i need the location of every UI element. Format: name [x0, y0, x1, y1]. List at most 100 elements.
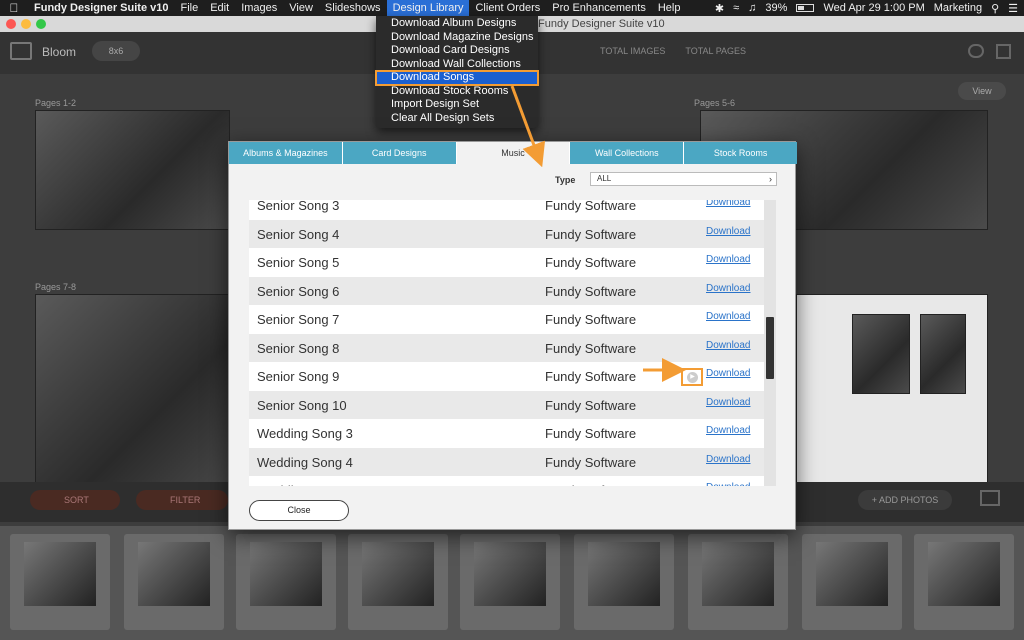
menu-file[interactable]: File [174, 0, 204, 16]
download-link[interactable]: Download [706, 254, 750, 265]
download-link[interactable]: Download [706, 340, 750, 351]
song-row[interactable]: Senior Song 10 Fundy Software Download [249, 390, 764, 419]
menu-item-download-wall-collections[interactable]: Download Wall Collections [376, 58, 538, 72]
scrollbar-thumb[interactable] [766, 317, 774, 379]
download-link[interactable]: Download [706, 482, 750, 486]
sort-button[interactable]: SORT [30, 490, 120, 510]
zoom-window-icon[interactable] [36, 19, 46, 29]
chat-icon[interactable] [968, 44, 984, 58]
apple-icon[interactable]:  [0, 1, 28, 15]
close-button[interactable]: Close [249, 500, 349, 521]
image-thumbnail[interactable] [574, 534, 674, 630]
download-link[interactable]: Download [706, 226, 750, 237]
song-name: Senior Song 10 [257, 397, 347, 413]
menu-edit[interactable]: Edit [204, 0, 235, 16]
image-bin-icon[interactable] [980, 490, 1000, 506]
image-thumbnail[interactable] [688, 534, 788, 630]
image-thumbnail[interactable] [914, 534, 1014, 630]
image-thumbnail[interactable] [348, 534, 448, 630]
bluetooth-icon[interactable]: ✱ [715, 2, 724, 15]
clock[interactable]: Wed Apr 29 1:00 PM [823, 2, 924, 14]
song-row[interactable]: Senior Song 6 Fundy Software Download [249, 276, 764, 305]
song-row[interactable]: Senior Song 8 Fundy Software Download [249, 333, 764, 362]
album-icon[interactable] [10, 42, 32, 60]
image-thumbnail[interactable] [10, 534, 110, 630]
battery-percent[interactable]: 39% [765, 2, 787, 14]
song-name: Wedding Song 4 [257, 454, 353, 470]
menu-slideshows[interactable]: Slideshows [319, 0, 387, 16]
song-row[interactable]: Wedding Song 3 Fundy Software Download [249, 419, 764, 448]
menu-images[interactable]: Images [235, 0, 283, 16]
battery-icon[interactable] [796, 4, 815, 12]
song-list[interactable]: Senior Song 3 Fundy Software Download Senio… [249, 200, 776, 486]
song-company: Fundy Software [545, 340, 637, 356]
song-row[interactable]: Senior Song 5 Fundy Software Download [249, 248, 764, 277]
menu-item-clear-all-design-sets[interactable]: Clear All Design Sets [376, 112, 538, 126]
download-link[interactable]: Download [706, 397, 750, 408]
search-icon[interactable]: ⚲ [991, 2, 999, 15]
song-company: Fundy Software [545, 397, 637, 413]
filter-button[interactable]: FILTER [136, 490, 228, 510]
wifi-icon[interactable]: ≈ [733, 2, 739, 14]
play-preview-icon[interactable]: ▶ [681, 368, 703, 386]
song-row[interactable]: Senior Song 7 Fundy Software Download [249, 305, 764, 334]
spread-photo[interactable] [35, 110, 230, 230]
menu-item-import-design-set[interactable]: Import Design Set [376, 98, 538, 112]
minimize-window-icon[interactable] [21, 19, 31, 29]
download-link[interactable]: Download [706, 283, 750, 294]
control-center-icon[interactable]: ☰ [1008, 2, 1018, 15]
song-name: Wedding Song 3 [257, 426, 353, 441]
song-name: Senior Song 8 [257, 340, 340, 356]
type-select[interactable]: ALL › [590, 172, 777, 186]
design-library-menu: Download Album Designs Download Magazine… [375, 16, 539, 128]
close-window-icon[interactable] [6, 19, 16, 29]
song-row[interactable]: Senior Song 4 Fundy Software Download [249, 219, 764, 248]
menu-item-download-stock-rooms[interactable]: Download Stock Rooms [376, 85, 538, 99]
app-menu[interactable]: Fundy Designer Suite v10 [28, 2, 174, 14]
add-photos-button[interactable]: + ADD PHOTOS [858, 490, 952, 510]
export-icon[interactable] [996, 44, 1011, 59]
menu-pro-enhancements[interactable]: Pro Enhancements [546, 0, 652, 16]
menu-view[interactable]: View [283, 0, 319, 16]
view-button[interactable]: View [958, 82, 1006, 100]
menu-client-orders[interactable]: Client Orders [469, 0, 546, 16]
menu-design-library[interactable]: Design Library [386, 0, 470, 16]
menu-help[interactable]: Help [652, 0, 687, 16]
song-row[interactable]: Senior Song 9 Fundy Software Download ▶ [249, 362, 764, 391]
song-row[interactable]: Senior Song 3 Fundy Software Download [249, 200, 764, 220]
download-link[interactable]: Download [706, 368, 750, 379]
song-name: Senior Song 6 [257, 283, 340, 299]
song-list-scrollbar[interactable] [764, 200, 776, 486]
song-row[interactable]: Wedding Song 5 Fundy Software Download [249, 476, 764, 486]
song-company: Fundy Software [545, 283, 637, 299]
dialog-tabs: Albums & Magazines Card Designs Music Wa… [229, 142, 797, 164]
spread-label: Pages 1-2 [35, 98, 77, 108]
download-link[interactable]: Download [706, 200, 750, 208]
tab-stock-rooms[interactable]: Stock Rooms [684, 142, 797, 164]
menu-item-download-album-designs[interactable]: Download Album Designs [376, 17, 538, 31]
tab-card-designs[interactable]: Card Designs [342, 142, 457, 164]
spread-photo[interactable] [852, 314, 910, 394]
album-size-selector[interactable]: 8x6 [92, 41, 140, 61]
menu-item-download-songs[interactable]: Download Songs [375, 70, 539, 86]
download-link[interactable]: Download [706, 425, 750, 436]
spread-photo[interactable] [920, 314, 966, 394]
tab-music[interactable]: Music [456, 142, 571, 164]
spread-photo[interactable] [35, 294, 230, 504]
download-link[interactable]: Download [706, 311, 750, 322]
tab-albums-magazines[interactable]: Albums & Magazines [229, 142, 343, 164]
download-link[interactable]: Download [706, 454, 750, 465]
menu-item-download-card-designs[interactable]: Download Card Designs [376, 44, 538, 58]
image-thumbnail[interactable] [236, 534, 336, 630]
tab-wall-collections[interactable]: Wall Collections [570, 142, 685, 164]
image-thumbnail[interactable] [124, 534, 224, 630]
total-pages-label: TOTAL PAGES [685, 46, 747, 56]
image-thumbnail[interactable] [802, 534, 902, 630]
image-thumbnail[interactable] [460, 534, 560, 630]
menu-item-download-magazine-designs[interactable]: Download Magazine Designs [376, 31, 538, 45]
download-dialog: Albums & Magazines Card Designs Music Wa… [228, 141, 797, 530]
volume-icon[interactable]: ♫ [748, 2, 756, 14]
user-menu[interactable]: Marketing [934, 2, 982, 14]
window-title: Fundy Designer Suite v10 [538, 18, 665, 30]
song-row[interactable]: Wedding Song 4 Fundy Software Download [249, 447, 764, 476]
